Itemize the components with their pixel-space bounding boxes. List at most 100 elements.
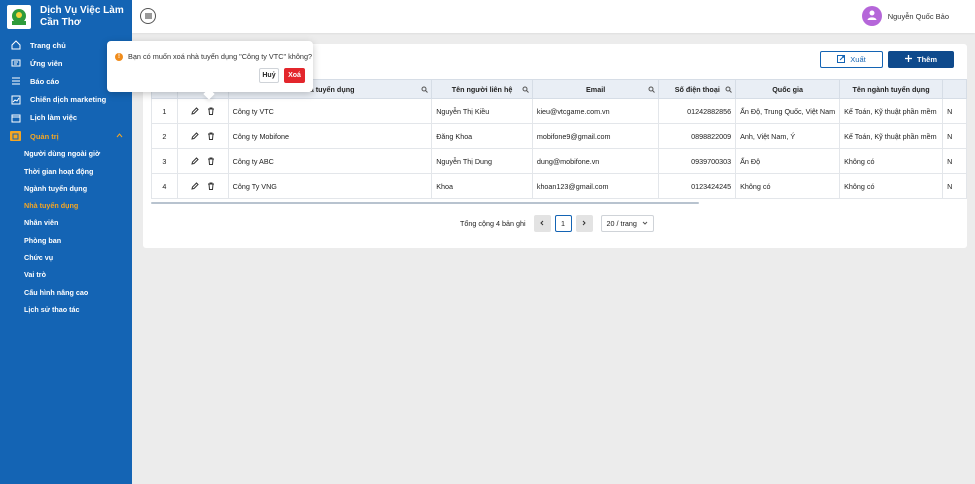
user-menu[interactable]: Nguyễn Quốc Bảo bbox=[861, 6, 949, 26]
cell-index: 4 bbox=[151, 173, 178, 199]
delete-icon[interactable] bbox=[207, 157, 215, 165]
cell-industry: Kế Toán, Kỹ thuật phần mềm bbox=[839, 98, 944, 124]
logo bbox=[7, 5, 31, 29]
add-label: Thêm bbox=[916, 55, 937, 64]
sidebar-item-label: Trang chủ bbox=[30, 40, 66, 50]
cell-actions bbox=[176, 148, 229, 174]
cell-email: dung@mobifone.vn bbox=[531, 148, 660, 174]
col-industry: Tên ngành tuyển dụng bbox=[839, 79, 944, 99]
col-label: Tên người liên hệ bbox=[451, 84, 513, 94]
cell-company: Công ty Mobifone bbox=[227, 123, 433, 149]
list-icon bbox=[10, 76, 21, 87]
confirm-message: ! Bạn có muốn xoá nhà tuyển dụng "Công t… bbox=[115, 52, 312, 61]
confirm-text: Bạn có muốn xoá nhà tuyển dụng "Công ty … bbox=[128, 52, 313, 61]
brand-title: Dịch Vụ Việc Làm Cần Thơ bbox=[40, 5, 124, 29]
cell-company: Công ty VTC bbox=[227, 98, 433, 124]
search-icon[interactable] bbox=[648, 86, 656, 95]
cancel-button[interactable]: Huỷ bbox=[259, 68, 279, 83]
sidebar-subitem[interactable]: Người dùng ngoài giờ bbox=[0, 145, 132, 162]
add-button[interactable]: Thêm bbox=[888, 51, 954, 68]
edit-icon[interactable] bbox=[191, 182, 199, 190]
cell-country: Ấn Độ bbox=[735, 148, 841, 174]
delete-icon[interactable] bbox=[207, 107, 215, 115]
page-size-value: 20 / trang bbox=[606, 219, 637, 228]
sidebar-subitem-active[interactable]: Nhà tuyển dụng bbox=[0, 197, 132, 214]
cell-phone: 0898822009 bbox=[658, 123, 737, 149]
cell-email: kieu@vtcgame.com.vn bbox=[531, 98, 660, 124]
user-name: Nguyễn Quốc Bảo bbox=[887, 11, 949, 21]
search-icon[interactable] bbox=[522, 86, 529, 95]
sidebar-subitem[interactable]: Thời gian hoạt động bbox=[0, 162, 132, 179]
sidebar-item-label: Chiến dịch marketing bbox=[30, 95, 107, 105]
cell-contact: Đăng Khoa bbox=[431, 123, 533, 149]
export-button[interactable]: Xuất bbox=[820, 51, 883, 68]
sidebar-item-admin[interactable]: Quản trị bbox=[0, 127, 132, 145]
prev-page-button[interactable] bbox=[533, 215, 551, 232]
cell-company: Công ty ABC bbox=[227, 148, 433, 174]
calendar-icon bbox=[10, 112, 21, 123]
horizontal-scrollbar[interactable] bbox=[151, 202, 699, 204]
col-label: Email bbox=[586, 84, 606, 94]
col-phone[interactable]: Số điện thoại bbox=[658, 79, 737, 99]
sidebar-item-label: Lịch làm việc bbox=[30, 113, 78, 123]
chevron-right-icon bbox=[581, 219, 587, 228]
brand-line-2: Cần Thơ bbox=[40, 17, 81, 28]
page-number[interactable]: 1 bbox=[554, 215, 572, 232]
cell-country: Không có bbox=[735, 173, 841, 199]
export-label: Xuất bbox=[850, 55, 866, 64]
col-contact[interactable]: Tên người liên hệ bbox=[431, 79, 533, 99]
cell-email: mobifone9@gmail.com bbox=[531, 123, 660, 149]
delete-icon[interactable] bbox=[207, 182, 215, 190]
edit-icon[interactable] bbox=[191, 107, 199, 115]
cell-extra: N bbox=[942, 148, 967, 174]
cell-industry: Không có bbox=[839, 148, 944, 174]
edit-icon[interactable] bbox=[191, 157, 199, 165]
next-page-button[interactable] bbox=[575, 215, 593, 232]
sidebar-subitem[interactable]: Vai trò bbox=[0, 266, 132, 283]
avatar bbox=[861, 6, 882, 26]
home-icon bbox=[10, 40, 21, 51]
menu-toggle-button[interactable] bbox=[140, 8, 156, 24]
top-header: Nguyễn Quốc Bảo bbox=[132, 0, 975, 33]
chevron-up-icon bbox=[116, 132, 123, 141]
table-row: 2 Công ty Mobifone Đăng Khoa mobifone9@g… bbox=[151, 123, 967, 149]
sidebar-item-marketing[interactable]: Chiến dịch marketing bbox=[0, 91, 132, 109]
confirm-delete-button[interactable]: Xoá bbox=[284, 68, 305, 83]
sidebar-subitem[interactable]: Ngành tuyển dụng bbox=[0, 180, 132, 197]
cell-company: Công Ty VNG bbox=[227, 173, 433, 199]
sidebar-subitem[interactable]: Cấu hình nâng cao bbox=[0, 284, 132, 301]
search-icon[interactable] bbox=[725, 86, 732, 95]
page-size-select[interactable]: 20 / trang bbox=[600, 215, 654, 232]
chart-icon bbox=[10, 94, 21, 105]
sidebar-item-label: Báo cáo bbox=[30, 76, 60, 86]
export-icon bbox=[837, 54, 850, 65]
cell-phone: 01242882856 bbox=[658, 98, 737, 124]
sidebar-item-schedule[interactable]: Lịch làm việc bbox=[0, 109, 132, 127]
cell-phone: 0123424245 bbox=[658, 173, 737, 199]
admin-icon bbox=[10, 131, 21, 142]
employer-table-wrapper[interactable]: hà tuyển dụng Tên người liên hệ Email Số… bbox=[151, 79, 967, 204]
sidebar-subitem[interactable]: Nhân viên bbox=[0, 214, 132, 231]
brand[interactable]: Dịch Vụ Việc Làm Cần Thơ bbox=[0, 0, 132, 34]
col-email[interactable]: Email bbox=[531, 79, 660, 99]
cell-contact: Khoa bbox=[431, 173, 533, 199]
cell-industry: Không có bbox=[839, 173, 944, 199]
brand-line-1: Dịch Vụ Việc Làm bbox=[40, 5, 124, 16]
chevron-left-icon bbox=[539, 219, 545, 228]
plus-icon bbox=[904, 55, 917, 64]
delete-icon[interactable] bbox=[207, 132, 215, 140]
cell-country: Anh, Việt Nam, Ý bbox=[735, 123, 841, 149]
edit-icon[interactable] bbox=[191, 132, 199, 140]
pagination: Tổng cộng 4 bản ghi 1 20 / trang bbox=[460, 215, 654, 232]
sidebar-subitem[interactable]: Chức vụ bbox=[0, 249, 132, 266]
table-row: 4 Công Ty VNG Khoa khoan123@gmail.com 01… bbox=[151, 173, 967, 199]
cell-industry: Kế Toán, Kỹ thuật phần mềm bbox=[839, 123, 944, 149]
sidebar-subitem[interactable]: Lịch sử thao tác bbox=[0, 301, 132, 318]
cell-index: 2 bbox=[151, 123, 178, 149]
col-extra bbox=[942, 79, 967, 99]
chevron-down-icon bbox=[642, 219, 648, 228]
cell-extra: N bbox=[942, 173, 967, 199]
search-icon[interactable] bbox=[421, 86, 429, 95]
sidebar-subitem[interactable]: Phòng ban bbox=[0, 232, 132, 249]
sidebar-item-label: Ứng viên bbox=[30, 58, 63, 68]
